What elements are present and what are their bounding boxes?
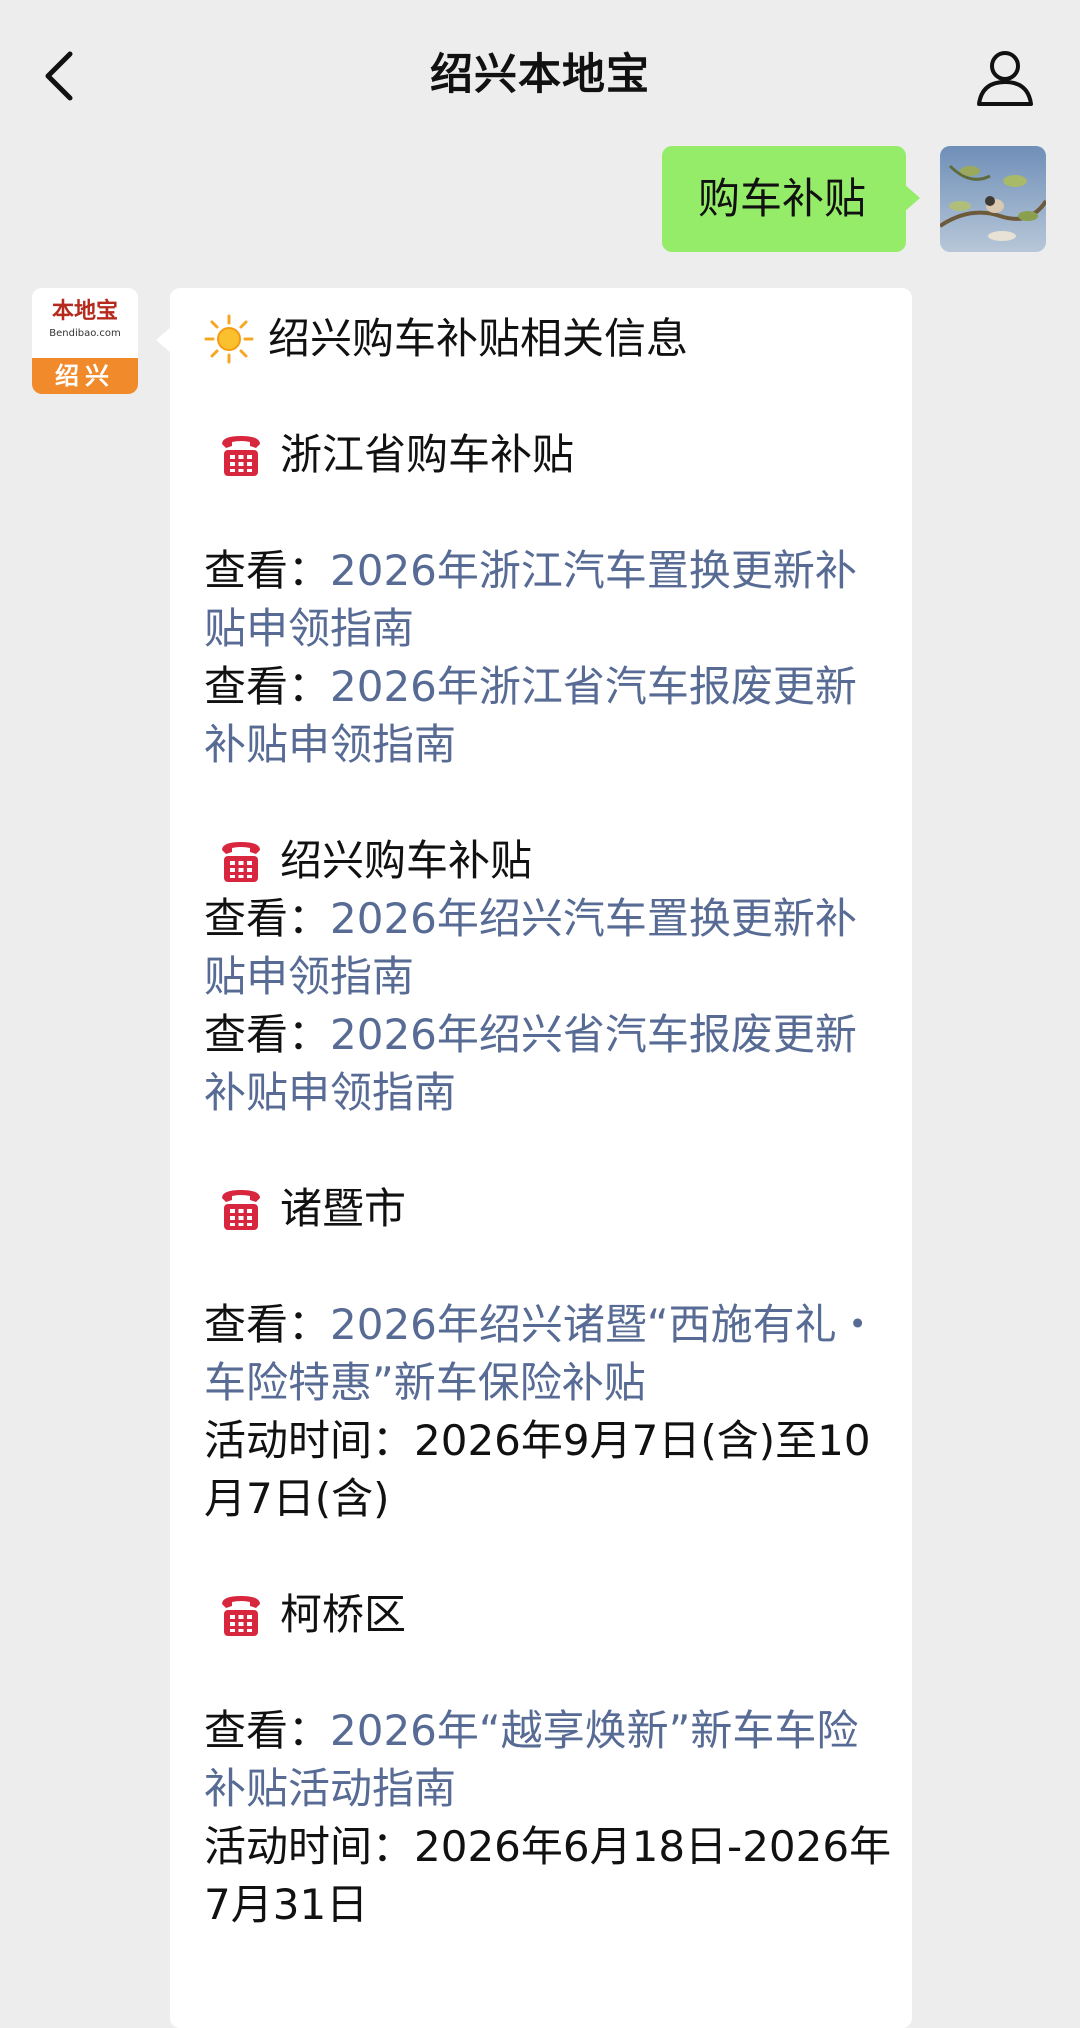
sun-icon [204,314,254,364]
activity-time: 活动时间：2026年6月18日-2026年7月31日 [204,1822,892,1929]
telephone-icon [222,842,260,882]
received-message-bubble: 绍兴购车补贴相关信息 浙江省购车补贴 查看：2026年浙江汽车置换更新补贴申领指… [156,288,912,2028]
telephone-icon [222,436,260,476]
page-title: 绍兴本地宝 [430,50,650,100]
activity-time: 活动时间：2026年9月7日(含)至10月7日(含) [204,1416,871,1523]
link-item: 查看：2026年绍兴诸暨“西施有礼・车险特惠”新车保险补贴 [204,1300,879,1407]
section-heading: 诸暨市 [204,1180,894,1238]
official-account-avatar[interactable]: 本地宝 Bendibao.com 绍兴 [32,288,138,394]
telephone-icon [222,1596,260,1636]
sent-message-bubble[interactable]: 购车补贴 [662,146,921,252]
message-content: 绍兴购车补贴相关信息 浙江省购车补贴 查看：2026年浙江汽车置换更新补贴申领指… [204,310,894,1934]
link-item: 查看：2026年绍兴汽车置换更新补贴申领指南 [204,894,857,1001]
section-heading: 浙江省购车补贴 [204,426,894,484]
brand-logo: 本地宝 Bendibao.com [32,288,138,358]
person-icon[interactable] [974,46,1036,108]
nav-bar: 绍兴本地宝 [0,0,1080,142]
user-avatar[interactable] [940,146,1046,252]
section-heading: 绍兴购车补贴 [204,832,894,890]
message-title: 绍兴购车补贴相关信息 [204,310,894,368]
section-heading: 柯桥区 [204,1586,894,1644]
link-item: 查看：2026年浙江省汽车报废更新补贴申领指南 [204,662,857,769]
link-item: 查看：2026年浙江汽车置换更新补贴申领指南 [204,546,857,653]
city-badge: 绍兴 [32,358,138,394]
telephone-icon [222,1190,260,1230]
link-item: 查看：2026年绍兴省汽车报废更新补贴申领指南 [204,1010,857,1117]
link-item: 查看：2026年“越享焕新”新车车险补贴活动指南 [204,1706,859,1813]
